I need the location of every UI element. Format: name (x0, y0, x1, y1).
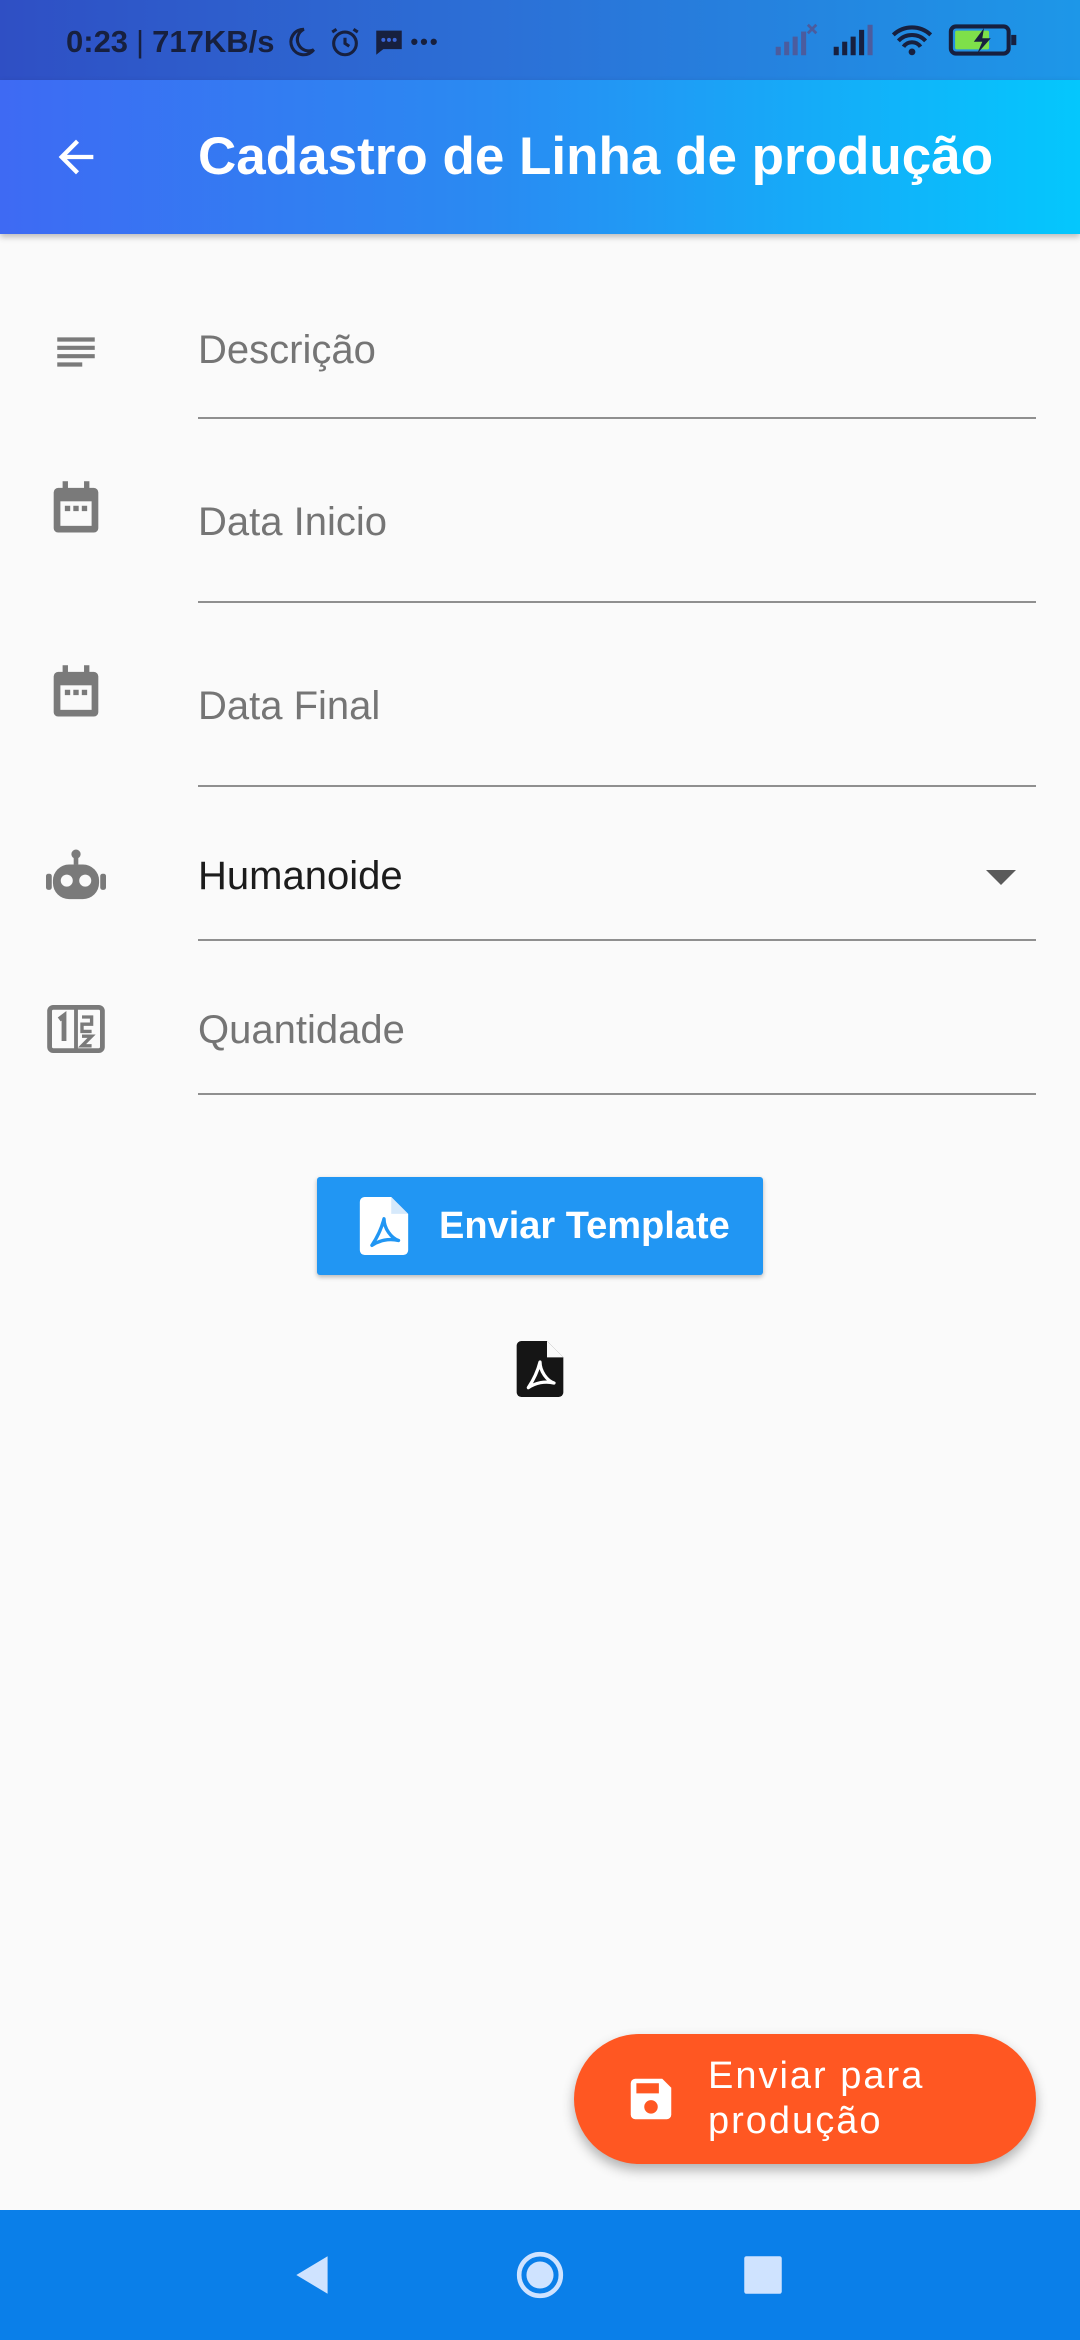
status-time: 0:23 (66, 24, 129, 59)
notes-icon (46, 322, 106, 382)
quantidade-field[interactable]: Quantidade (198, 988, 1036, 1095)
chevron-down-icon (986, 870, 1016, 885)
fab-label-line-1: Enviar para (708, 2055, 925, 2097)
descricao-field[interactable]: Descrição (198, 290, 1036, 419)
status-network-speed: 717KB/s (152, 24, 275, 59)
enviar-template-button[interactable]: Enviar Template (317, 1177, 763, 1275)
battery-charging-icon (948, 23, 1020, 62)
enviar-template-label: Enviar Template (439, 1204, 730, 1247)
message-icon (372, 25, 406, 59)
signal-no-sim-icon (774, 23, 818, 62)
calendar-icon[interactable] (46, 478, 106, 538)
tipo-dropdown[interactable]: Humanoide (198, 834, 1036, 941)
page-title: Cadastro de Linha de produção (198, 127, 994, 186)
save-icon (630, 2078, 672, 2120)
nav-back-icon[interactable] (288, 2250, 338, 2300)
navigation-bar (0, 2210, 1080, 2340)
pdf-icon (359, 1197, 409, 1255)
data-final-placeholder: Data Final (198, 684, 381, 728)
data-inicio-field[interactable]: Data Inicio (198, 470, 1036, 603)
status-separator: | (136, 24, 145, 59)
robot-icon (46, 846, 106, 906)
status-right (774, 22, 1020, 62)
tipo-selected-value: Humanoide (198, 854, 403, 898)
status-bar: 0:23 | 717KB/s ••• (0, 0, 1080, 80)
calendar-icon[interactable] (46, 662, 106, 722)
screen: 0:23 | 717KB/s ••• Cadastro de Linha de … (0, 0, 1080, 2340)
more-notifications-icon: ••• (410, 29, 440, 54)
nav-home-icon[interactable] (515, 2250, 565, 2300)
wifi-icon (890, 23, 934, 62)
status-left: 0:23 | 717KB/s ••• (66, 22, 440, 62)
enviar-para-producao-label: Enviar para produção (708, 2054, 1008, 2144)
numbers-icon (46, 999, 106, 1059)
descricao-placeholder: Descrição (198, 328, 376, 372)
data-inicio-placeholder: Data Inicio (198, 500, 387, 544)
fab-label-line-2: produção (708, 2100, 883, 2142)
signal-strength-icon (832, 23, 876, 62)
nav-recents-icon[interactable] (738, 2250, 788, 2300)
app-bar: Cadastro de Linha de produção (0, 80, 1080, 234)
arrow-back-icon[interactable] (46, 127, 106, 187)
data-final-field[interactable]: Data Final (198, 654, 1036, 787)
moon-icon (284, 25, 318, 59)
quantidade-placeholder: Quantidade (198, 1008, 405, 1052)
pdf-icon[interactable] (516, 1341, 564, 1397)
alarm-icon (328, 25, 362, 59)
enviar-para-producao-button[interactable]: Enviar para produção (574, 2034, 1036, 2164)
